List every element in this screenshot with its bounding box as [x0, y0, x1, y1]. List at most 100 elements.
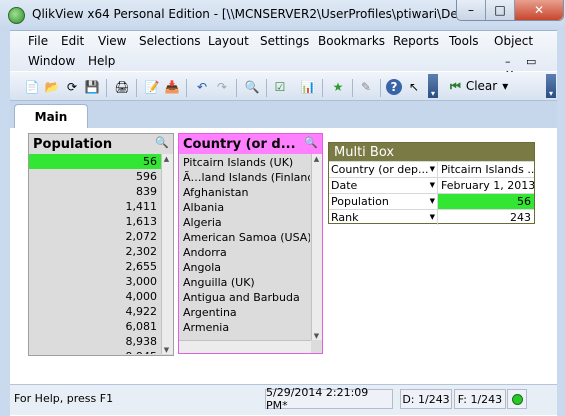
open-folder-icon[interactable]: 📂: [44, 79, 60, 95]
population-list-item[interactable]: 596: [29, 169, 161, 184]
country-hscrollbar[interactable]: [179, 340, 311, 353]
country-scrollbar[interactable]: ▲ ▼: [311, 154, 322, 340]
dropdown-arrow-icon[interactable]: ▼: [430, 178, 435, 193]
population-list-item[interactable]: 2,302: [29, 244, 161, 259]
country-list-item[interactable]: Armenia: [179, 320, 310, 335]
multibox-caption[interactable]: Multi Box: [329, 143, 534, 161]
population-title: Population: [33, 136, 113, 152]
population-scrollbar[interactable]: ▲ ▼: [161, 154, 173, 354]
country-list-item[interactable]: Angola: [179, 260, 310, 275]
maximize-button[interactable]: □: [486, 0, 515, 20]
reload-data-icon[interactable]: 📥: [164, 79, 180, 95]
population-list-item[interactable]: 2,655: [29, 259, 161, 274]
scroll-down-icon[interactable]: ▼: [162, 345, 171, 354]
qlikview-app-icon[interactable]: [8, 7, 25, 24]
help-icon[interactable]: ?: [386, 79, 402, 95]
search-icon[interactable]: 🔍: [155, 136, 169, 149]
country-list-item[interactable]: Algeria: [179, 215, 310, 230]
chevron-down-icon: ▾: [502, 79, 509, 93]
clear-button[interactable]: ⏮ Clear ▾: [450, 76, 508, 96]
scroll-up-icon[interactable]: ▲: [312, 154, 321, 163]
status-datetime: 5/29/2014 2:21:09 PM*: [265, 386, 393, 412]
country-list-item[interactable]: Ã…land Islands (Finland): [179, 170, 310, 185]
population-list-item[interactable]: 9,945: [29, 349, 161, 354]
clear-icon: ⏮: [450, 78, 461, 93]
menu-view[interactable]: View: [98, 34, 126, 48]
menu-settings[interactable]: Settings: [260, 34, 309, 48]
population-list-item[interactable]: 2,072: [29, 229, 161, 244]
toolbar-overflow-icon[interactable]: ▾: [546, 74, 556, 98]
menu-help[interactable]: Help: [88, 54, 115, 68]
search-icon[interactable]: 🔍: [304, 136, 318, 149]
scroll-up-icon[interactable]: ▲: [162, 154, 171, 163]
country-listbox: Country (or d... 🔍 Pitcairn Islands (UK)…: [178, 133, 323, 354]
country-list-item[interactable]: Pitcairn Islands (UK): [179, 155, 310, 170]
edit-icon[interactable]: ✎: [358, 79, 374, 95]
population-list-item[interactable]: 839: [29, 184, 161, 199]
population-list-item[interactable]: 3,000: [29, 274, 161, 289]
menu-object[interactable]: Object: [494, 34, 533, 48]
population-caption[interactable]: Population 🔍: [29, 134, 173, 154]
print-icon[interactable]: 🖨: [114, 79, 130, 95]
multibox-field-value[interactable]: 56: [437, 194, 534, 209]
menu-edit[interactable]: Edit: [61, 34, 84, 48]
multibox-field-label[interactable]: Rank ▼: [329, 210, 437, 225]
dropdown-arrow-icon[interactable]: ▼: [430, 162, 435, 177]
multibox-field-name: Rank: [331, 211, 359, 224]
toolbar-separator: [106, 79, 107, 97]
population-list-item[interactable]: 4,922: [29, 304, 161, 319]
dropdown-arrow-icon[interactable]: ▼: [430, 210, 435, 225]
population-list-item[interactable]: 1,411: [29, 199, 161, 214]
tab-main[interactable]: Main: [14, 104, 88, 129]
population-list-item[interactable]: 56: [29, 154, 161, 169]
menu-tools[interactable]: Tools: [449, 34, 479, 48]
country-list-item[interactable]: Aruba (Netherlands): [179, 335, 310, 338]
multibox-field-value[interactable]: February 1, 2013: [437, 178, 534, 193]
country-list-item[interactable]: Afghanistan: [179, 185, 310, 200]
chart-icon[interactable]: 📊: [300, 79, 316, 95]
redo-icon[interactable]: ↷: [214, 79, 230, 95]
country-list-item[interactable]: Andorra: [179, 245, 310, 260]
multibox-field-name: Country (or dep...: [331, 163, 429, 176]
dropdown-arrow-icon[interactable]: ▼: [430, 194, 435, 209]
reload-icon[interactable]: ⟳: [64, 79, 80, 95]
scroll-down-icon[interactable]: ▼: [312, 331, 321, 340]
save-icon[interactable]: 💾: [84, 79, 100, 95]
toolbar-separator: [352, 79, 353, 97]
status-distinct-count: D: 1/243: [400, 389, 452, 409]
country-list-item[interactable]: Albania: [179, 200, 310, 215]
minimize-button[interactable]: –: [457, 0, 486, 20]
check-selections-icon[interactable]: ☑: [272, 79, 288, 95]
menu-file[interactable]: File: [28, 34, 48, 48]
multibox-row: Country (or dep... ▼ Pitcairn Islands ...: [329, 161, 534, 177]
country-caption[interactable]: Country (or d... 🔍: [179, 134, 322, 154]
menu-window[interactable]: Window: [28, 54, 75, 68]
population-list-item[interactable]: 8,938: [29, 334, 161, 349]
multibox-field-value[interactable]: Pitcairn Islands ...: [437, 162, 534, 177]
menu-bookmarks[interactable]: Bookmarks: [318, 34, 385, 48]
new-document-icon[interactable]: 📄: [24, 79, 40, 95]
population-list-item[interactable]: 4,000: [29, 289, 161, 304]
search-icon[interactable]: 🔍: [244, 79, 260, 95]
country-list-item[interactable]: Argentina: [179, 305, 310, 320]
multibox-field-label[interactable]: Population ▼: [329, 194, 437, 209]
status-ok-icon: [511, 393, 523, 405]
toolbar-overflow-icon[interactable]: ▾: [428, 74, 438, 98]
close-button[interactable]: ✕: [515, 0, 563, 20]
country-title: Country (or d...: [183, 136, 296, 152]
undo-icon[interactable]: ↶: [194, 79, 210, 95]
multibox-field-label[interactable]: Country (or dep... ▼: [329, 162, 437, 177]
multibox-field-label[interactable]: Date ▼: [329, 178, 437, 193]
menu-reports[interactable]: Reports: [393, 34, 439, 48]
country-list-item[interactable]: Anguilla (UK): [179, 275, 310, 290]
country-list-item[interactable]: American Samoa (USA): [179, 230, 310, 245]
context-help-icon[interactable]: ↖: [406, 79, 422, 95]
menu-selections[interactable]: Selections: [139, 34, 201, 48]
population-list-item[interactable]: 1,613: [29, 214, 161, 229]
multibox-field-value[interactable]: 243: [437, 210, 534, 225]
edit-script-icon[interactable]: 📝: [144, 79, 160, 95]
population-list-item[interactable]: 6,081: [29, 319, 161, 334]
menu-layout[interactable]: Layout: [208, 34, 249, 48]
country-list-item[interactable]: Antigua and Barbuda: [179, 290, 310, 305]
bookmark-star-icon[interactable]: ★: [330, 79, 346, 95]
